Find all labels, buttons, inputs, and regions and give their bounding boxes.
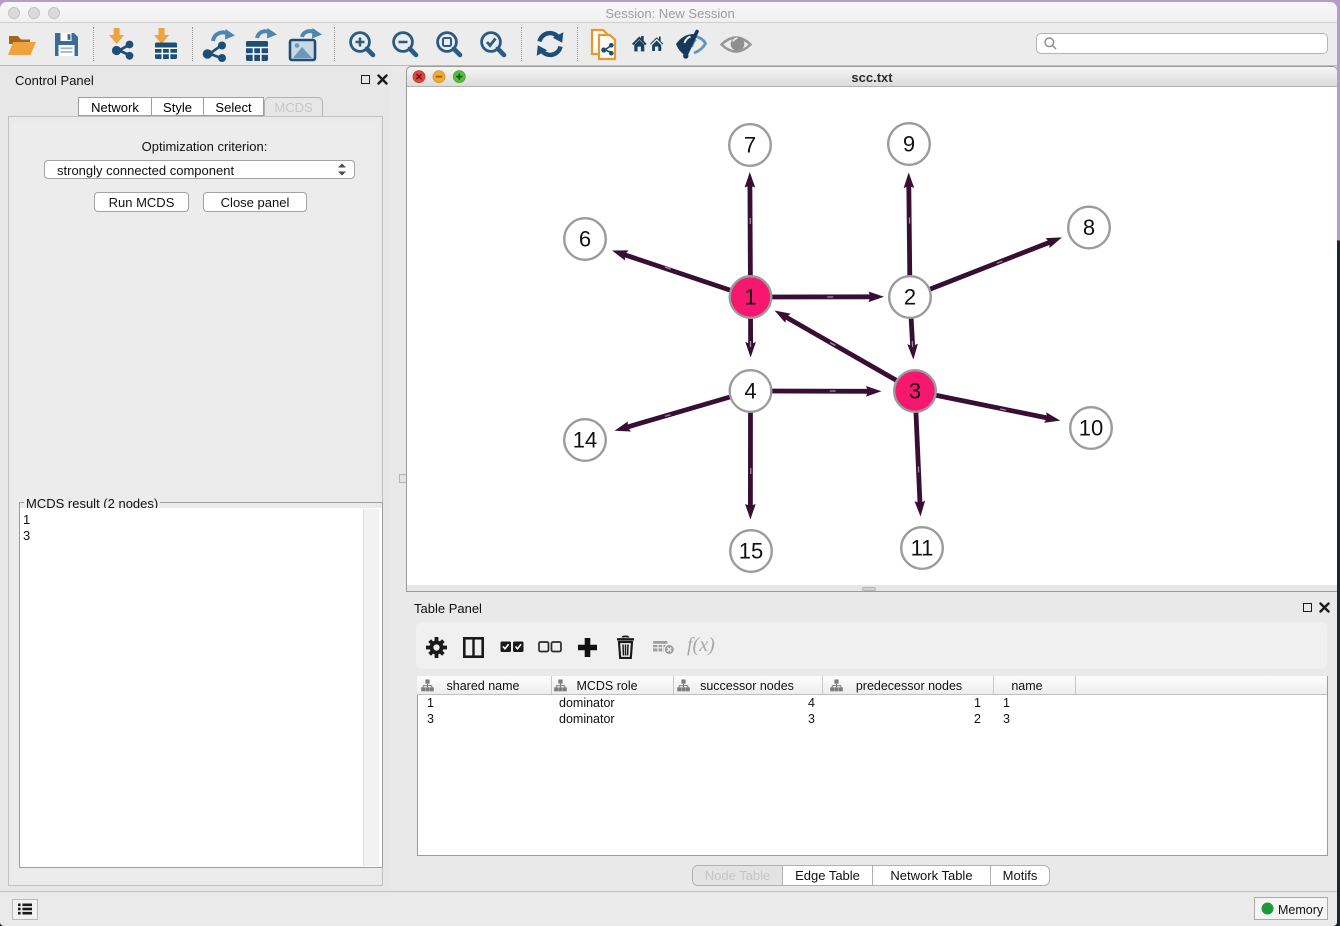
svg-text:2: 2 xyxy=(904,285,916,310)
svg-text:4: 4 xyxy=(744,379,756,404)
svg-text:3: 3 xyxy=(909,379,921,404)
svg-text:7: 7 xyxy=(744,133,756,158)
svg-text:6: 6 xyxy=(579,227,591,252)
svg-text:8: 8 xyxy=(1083,215,1095,240)
svg-text:10: 10 xyxy=(1079,416,1103,441)
svg-text:15: 15 xyxy=(739,539,763,564)
svg-text:1: 1 xyxy=(744,285,756,310)
svg-text:14: 14 xyxy=(573,428,597,453)
svg-text:11: 11 xyxy=(911,536,934,561)
svg-text:9: 9 xyxy=(903,132,915,157)
